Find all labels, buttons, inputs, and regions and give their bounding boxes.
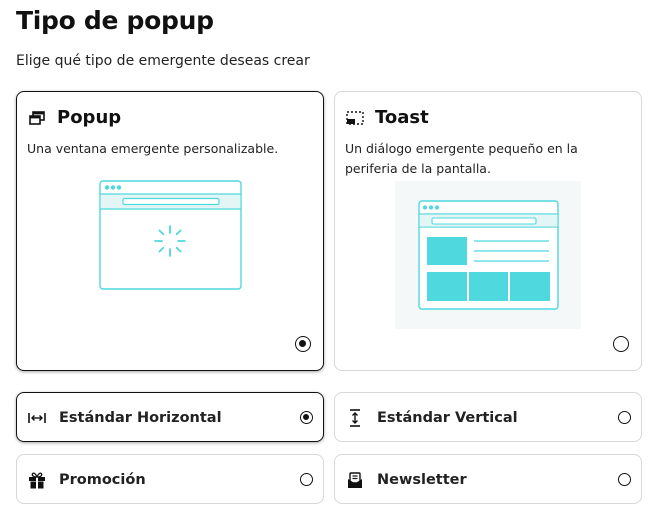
layout-option-radio[interactable] bbox=[300, 473, 313, 486]
layout-option-label: Newsletter bbox=[377, 472, 467, 488]
layout-option-radio[interactable] bbox=[300, 411, 313, 424]
page-title: Tipo de popup bbox=[16, 6, 214, 35]
popup-type-description: Una ventana emergente personalizable. bbox=[27, 141, 279, 156]
layout-option-newsletter[interactable]: Newsletter bbox=[334, 454, 642, 504]
toast-type-card[interactable]: Toast Un diálogo emergente pequeño en la… bbox=[334, 91, 642, 371]
page-subtitle: Elige qué tipo de emergente deseas crear bbox=[16, 53, 310, 69]
layout-option-label: Estándar Vertical bbox=[377, 410, 518, 426]
layout-option-label: Estándar Horizontal bbox=[59, 410, 222, 426]
layout-option-promocion[interactable]: Promoción bbox=[16, 454, 324, 504]
horizontal-arrows-icon bbox=[27, 408, 47, 428]
toast-type-label: Toast bbox=[375, 107, 429, 128]
gift-icon bbox=[27, 470, 47, 490]
layout-option-radio[interactable] bbox=[618, 411, 631, 424]
mail-icon bbox=[345, 470, 365, 490]
toast-corner-icon bbox=[345, 108, 365, 128]
toast-type-description: Un diálogo emergente pequeño en la perif… bbox=[345, 141, 578, 176]
popup-window-icon bbox=[27, 108, 47, 128]
popup-type-label: Popup bbox=[57, 107, 122, 128]
popup-type-card[interactable]: Popup Una ventana emergente personalizab… bbox=[16, 91, 324, 371]
toast-illustration bbox=[395, 181, 581, 329]
toast-type-radio[interactable] bbox=[613, 336, 629, 352]
popup-type-radio[interactable] bbox=[295, 336, 311, 352]
layout-option-estandar-vertical[interactable]: Estándar Vertical bbox=[334, 392, 642, 442]
popup-illustration bbox=[99, 180, 242, 290]
vertical-arrows-icon bbox=[345, 408, 365, 428]
layout-option-radio[interactable] bbox=[618, 473, 631, 486]
layout-option-label: Promoción bbox=[59, 472, 146, 488]
layout-option-estandar-horizontal[interactable]: Estándar Horizontal bbox=[16, 392, 324, 442]
